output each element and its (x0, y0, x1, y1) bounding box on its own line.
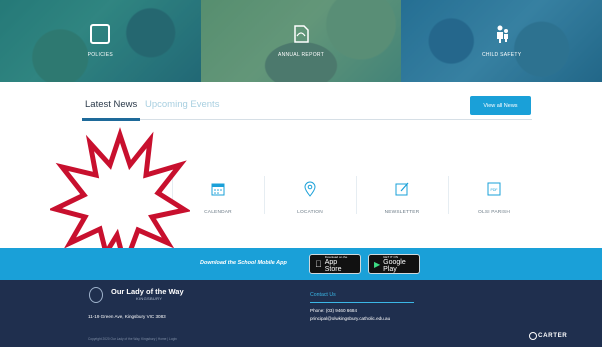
quick-link-newsletter[interactable]: NEWSLETTER (356, 172, 448, 226)
view-all-news-button[interactable]: View all News (470, 96, 531, 115)
google-play-icon: ▶ (374, 259, 381, 269)
quick-link-location[interactable]: LOCATION (264, 172, 356, 226)
apple-icon:  (315, 259, 322, 269)
google-play-label: Google Play (383, 259, 406, 273)
school-suburb: KINGSBURY (136, 296, 163, 301)
starburst-shape (50, 127, 190, 274)
school-address: 11-19 Green Ave, Kingsbury VIC 3083 (88, 314, 166, 319)
carter-brand[interactable]: CARTER (538, 332, 567, 339)
child-safety-icon (496, 25, 508, 43)
tile-label: CHILD SAFETY (481, 52, 522, 58)
newsletter-icon (395, 182, 409, 196)
school-crest-icon (89, 287, 103, 303)
app-store-label: App Store (318, 259, 350, 273)
tile-child-safety[interactable]: CHILD SAFETY (401, 0, 602, 82)
active-tab-underline (82, 118, 140, 121)
image-icon (90, 24, 111, 44)
quick-link-olsi-parish[interactable]: PDF OLSI PARISH (448, 172, 540, 226)
download-app-text: Download the School Mobile App (200, 260, 287, 266)
contact-phone[interactable]: Phone: (03) 9460 6684 (310, 308, 357, 313)
tab-upcoming-events[interactable]: Upcoming Events (145, 99, 219, 110)
tab-latest-news[interactable]: Latest News (85, 99, 137, 110)
location-pin-icon (304, 181, 316, 197)
quick-link-label: CALENDAR (204, 210, 232, 215)
contact-email[interactable]: principal@olwkingsbury.catholic.edu.au (310, 316, 390, 321)
google-play-button[interactable]: ▶ GET IT ON Google Play (368, 254, 420, 274)
quick-link-label: NEWSLETTER (384, 210, 420, 215)
contact-divider (310, 302, 414, 303)
school-name: Our Lady of the Way (111, 287, 184, 296)
quick-link-label: LOCATION (297, 210, 323, 215)
news-tabs: Latest News Upcoming Events (82, 96, 532, 121)
tile-label: POLICIES (87, 52, 114, 58)
app-store-button[interactable]:  Download on the App Store (309, 254, 361, 274)
calendar-icon (211, 183, 225, 196)
tile-annual-report[interactable]: ANNUAL REPORT (200, 0, 402, 82)
svg-text:PDF: PDF (491, 188, 498, 192)
tile-policies[interactable]: POLICIES (0, 0, 201, 82)
contact-title: Contact Us (310, 292, 336, 298)
pdf-doc-icon: PDF (487, 182, 501, 196)
pdf-icon (294, 25, 309, 43)
mobile-app-band: Download the School Mobile App  Downloa… (0, 248, 602, 280)
quick-link-label: OLSI PARISH (478, 210, 510, 215)
feature-tiles: POLICIES ANNUAL REPORT CHILD SAFETY (0, 0, 602, 82)
copyright-text: Copyright 2020 Our Lady of the Way, King… (88, 337, 177, 341)
tile-label: ANNUAL REPORT (277, 52, 325, 58)
site-footer: Our Lady of the Way KINGSBURY 11-19 Gree… (0, 280, 602, 347)
carter-logo-icon (529, 332, 537, 340)
